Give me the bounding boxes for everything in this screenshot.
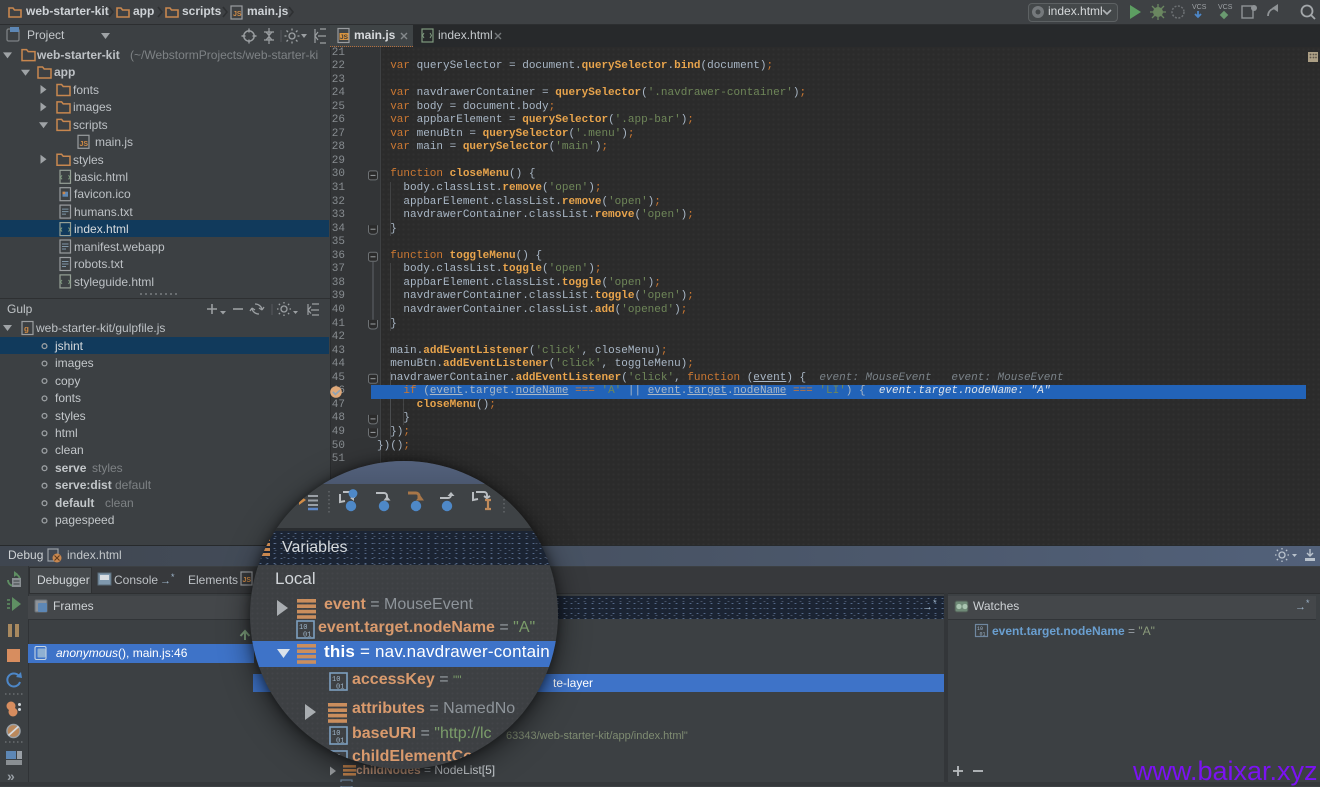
- svg-text:g: g: [24, 325, 29, 334]
- svg-text:01: 01: [303, 632, 311, 640]
- svg-text:01: 01: [336, 684, 344, 692]
- svg-text:JS: JS: [340, 34, 349, 41]
- svg-text:JS: JS: [233, 11, 242, 18]
- svg-text:01: 01: [336, 762, 344, 770]
- svg-text:01: 01: [980, 632, 986, 638]
- svg-text:VCS: VCS: [1218, 4, 1233, 11]
- svg-text:01: 01: [336, 738, 344, 746]
- svg-text:JS: JS: [80, 141, 89, 148]
- svg-text:JS: JS: [243, 577, 252, 584]
- svg-text:VCS: VCS: [1192, 4, 1207, 11]
